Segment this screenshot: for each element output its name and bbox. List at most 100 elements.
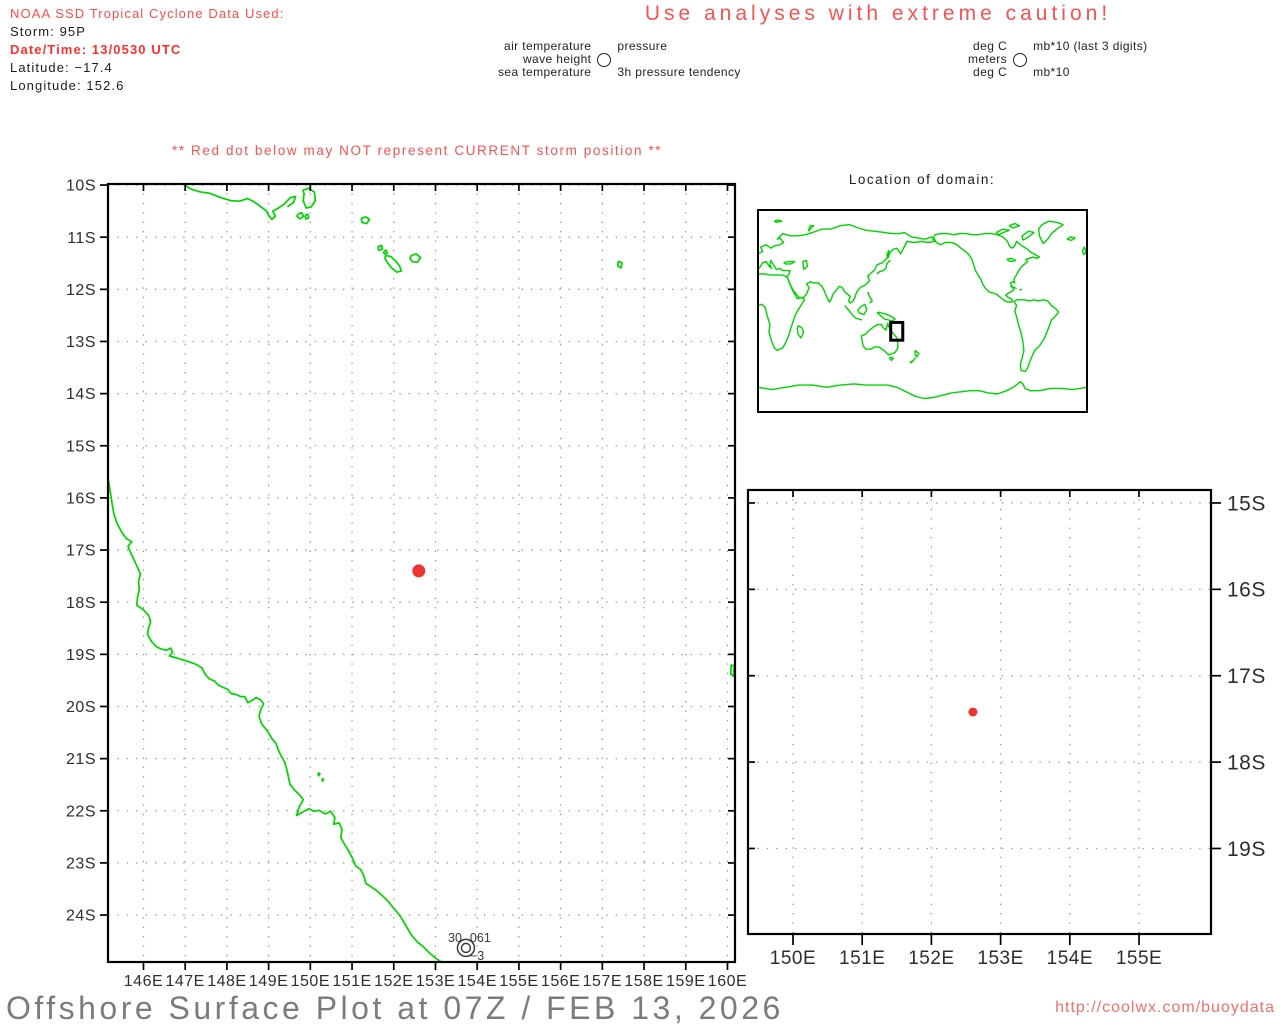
main-map-svg: 146E 147E 148E 149E 150E 151E 152E 153E 154E 155E… — [66, 178, 747, 990]
x-axis-label: 156E — [541, 973, 580, 990]
zoom-map-frame — [746, 488, 1213, 936]
coastline-path — [807, 225, 815, 232]
x-axis-label: 147E — [165, 973, 204, 990]
legend-right-col1: deg C meters deg C — [968, 40, 1007, 79]
x-axis-label: 148E — [207, 973, 246, 990]
station-pressure-tendency: −3 — [470, 949, 484, 963]
storm-position-warning: ** Red dot below may NOT represent CURRE… — [172, 143, 663, 158]
coastline-path — [108, 443, 443, 962]
legend-left-col1: air temperature wave height sea temperat… — [498, 40, 591, 79]
y-axis-label: 24S — [66, 908, 96, 925]
plot-title: Offshore Surface Plot at 07Z / FEB 13, 2… — [6, 990, 784, 1024]
x-axis-label: 155E — [1116, 948, 1162, 969]
info-longitude: Longitude: 152.6 — [10, 78, 125, 93]
coastline-path — [888, 356, 895, 362]
station-circle-icon — [1013, 52, 1028, 67]
coastline-path — [296, 211, 305, 220]
coastline-path — [783, 260, 796, 265]
y-axis-label: 13S — [66, 334, 96, 351]
legend-mb10-label: mb*10 (last 3 digits) — [1033, 39, 1148, 53]
info-datetime: Date/Time: 13/0530 UTC — [10, 42, 182, 57]
inset-map-svg — [757, 209, 1088, 413]
world-inset-map — [757, 209, 1089, 419]
x-axis-label: 153E — [977, 948, 1023, 969]
coastline-path — [995, 228, 1011, 236]
coastline-path — [384, 254, 403, 273]
coastline-path — [302, 187, 317, 209]
x-axis-label: 153E — [416, 973, 455, 990]
coastline-path — [796, 324, 805, 339]
coastline-path — [740, 484, 1023, 992]
y-axis-label: 11S — [67, 230, 96, 247]
y-axis-label: 14S — [66, 386, 96, 403]
coastline-path — [1037, 220, 1064, 245]
x-axis-label: 146E — [124, 973, 163, 990]
legend-sea-temp-label: sea temperature — [498, 65, 592, 79]
coastline-path — [360, 216, 371, 225]
main-map: 146E 147E 148E 149E 150E 151E 152E 153E 154E 155E… — [40, 170, 752, 1024]
coastline-path — [909, 357, 916, 364]
coastline-path — [856, 303, 868, 316]
coastline-path — [316, 771, 321, 777]
x-axis-label: 151E — [332, 973, 371, 990]
station-legend-units: deg C meters deg C mb*10 (last 3 digits)… — [968, 40, 1148, 79]
info-latitude: Latitude: −17.4 — [10, 60, 113, 75]
caution-headline: Use analyses with extreme caution! — [644, 2, 1112, 25]
x-axis-label: 157E — [583, 973, 622, 990]
station-legend-variables: air temperature wave height sea temperat… — [498, 40, 741, 79]
coastline-path — [932, 232, 1041, 303]
coastline-path — [382, 249, 388, 255]
y-axis-label: 23S — [66, 856, 96, 873]
y-axis-label: 16S — [66, 491, 96, 508]
y-axis-label: 22S — [66, 803, 96, 820]
x-axis-label: 159E — [666, 973, 705, 990]
y-axis-label: 12S — [66, 282, 96, 299]
coastline-path — [304, 213, 310, 220]
legend-tendency-label: 3h pressure tendency — [617, 65, 741, 79]
zoom-map: 150E 151E 152E 153E 154E 155E 15S 16S 17S 18S 19S — [740, 480, 1280, 997]
coastline-path — [729, 663, 735, 678]
x-axis-label: 151E — [839, 948, 885, 969]
x-axis-label: 155E — [499, 973, 538, 990]
y-axis-label: 20S — [66, 699, 96, 716]
coastline-path — [876, 259, 891, 275]
info-storm-id: Storm: 95P — [10, 24, 87, 39]
x-axis-label: 154E — [458, 973, 497, 990]
coastline-path — [867, 291, 873, 304]
x-axis-label: 152E — [374, 973, 413, 990]
inset-title: Location of domain: — [848, 172, 996, 187]
coastline-path — [181, 184, 297, 221]
y-axis-label: 19S — [1227, 838, 1266, 861]
legend-mb10b-label: mb*10 — [1033, 65, 1070, 79]
y-axis-label: 18S — [66, 595, 96, 612]
y-axis-label: 15S — [1227, 492, 1266, 515]
offshore-surface-plot: NOAA SSD Tropical Cyclone Data Used: Sto… — [0, 0, 1280, 1024]
y-axis-label: 10S — [66, 178, 96, 195]
coastline-path — [1021, 230, 1035, 241]
storm-dot — [412, 564, 426, 578]
coastline-path — [1066, 236, 1076, 241]
y-axis-label: 21S — [66, 751, 96, 768]
coastline-path — [802, 259, 809, 271]
coastline-path — [1006, 257, 1017, 263]
storm-info-block: NOAA SSD Tropical Cyclone Data Used: Sto… — [10, 5, 284, 95]
y-axis-label: 18S — [1227, 751, 1266, 774]
station-circle-icon — [597, 52, 612, 67]
coastline-path — [377, 244, 384, 252]
coastline-path — [758, 273, 806, 352]
source-url: http://coolwx.com/buoydata — [1055, 999, 1275, 1016]
coastline-path — [321, 777, 325, 782]
legend-left-col2: pressure 3h pressure tendency — [617, 40, 740, 79]
storm-dot — [968, 707, 978, 717]
coastline-path — [1081, 246, 1087, 256]
x-axis-label: 150E — [291, 973, 330, 990]
legend-right-col2: mb*10 (last 3 digits) mb*10 — [1033, 40, 1147, 79]
coastline-path — [1013, 299, 1060, 373]
x-axis-label: 152E — [908, 948, 954, 969]
inset-map-frame — [757, 209, 1088, 413]
y-axis-label: 17S — [66, 543, 96, 560]
x-axis-label: 150E — [770, 948, 816, 969]
y-axis-label: 16S — [1227, 579, 1266, 602]
zoom-map-svg: 150E 151E 152E 153E 154E 155E 15S 16S 17S 18S 19S — [740, 484, 1266, 992]
x-axis-label: 158E — [624, 973, 663, 990]
